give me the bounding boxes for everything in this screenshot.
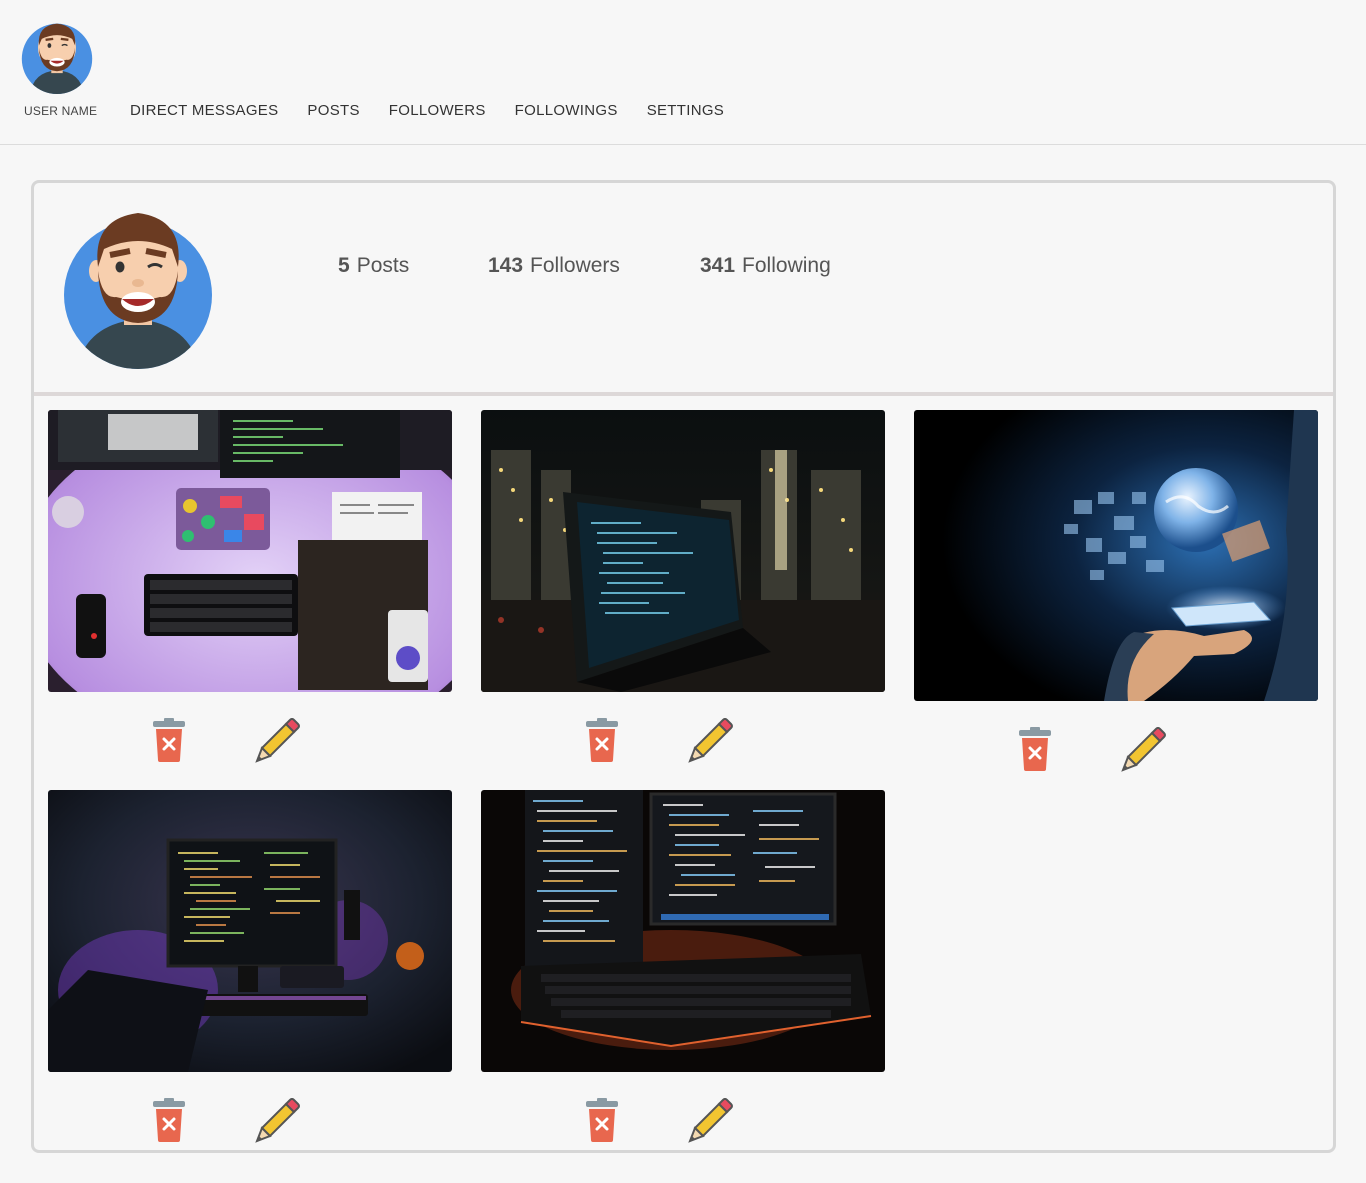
post-card <box>481 410 885 763</box>
nav-link-settings[interactable]: SETTINGS <box>647 102 724 119</box>
stat-following-label: Following <box>742 254 831 277</box>
trash-icon[interactable] <box>152 1098 186 1142</box>
dual-monitor-keyboard-photo[interactable] <box>481 790 885 1072</box>
nav-link-direct-messages[interactable]: DIRECT MESSAGES <box>130 102 278 119</box>
stat-posts[interactable]: 5 Posts <box>338 254 488 278</box>
trash-icon[interactable] <box>585 1098 619 1142</box>
post-actions <box>48 718 452 766</box>
stat-followers[interactable]: 143 Followers <box>488 254 700 278</box>
main-nav: DIRECT MESSAGES POSTS FOLLOWERS FOLLOWIN… <box>130 102 753 119</box>
stat-followers-count: 143 <box>488 254 524 277</box>
top-nav-bar: USER NAME DIRECT MESSAGES POSTS FOLLOWER… <box>0 0 1366 145</box>
nav-link-posts[interactable]: POSTS <box>307 102 359 119</box>
purple-desk-setup-photo[interactable] <box>48 410 452 692</box>
trash-icon[interactable] <box>1018 727 1052 771</box>
dark-monitor-code-photo[interactable] <box>48 790 452 1072</box>
stat-following-count: 341 <box>700 254 736 277</box>
post-card <box>481 790 885 1143</box>
pencil-icon[interactable] <box>1120 727 1166 773</box>
profile-header: 5 Posts 143 Followers 341 Following <box>34 183 1333 396</box>
nav-avatar[interactable] <box>20 17 94 95</box>
post-card <box>48 410 452 763</box>
post-actions <box>481 1098 885 1146</box>
stat-followers-label: Followers <box>530 254 620 277</box>
laptop-city-night-photo[interactable] <box>481 410 885 692</box>
pencil-icon[interactable] <box>254 1098 300 1144</box>
stat-posts-label: Posts <box>356 254 410 277</box>
trash-icon[interactable] <box>152 718 186 762</box>
post-card <box>914 410 1318 772</box>
pencil-icon[interactable] <box>254 718 300 764</box>
pencil-icon[interactable] <box>687 718 733 764</box>
pencil-icon[interactable] <box>687 1098 733 1144</box>
hand-globe-tablet-photo[interactable] <box>914 410 1318 701</box>
trash-icon[interactable] <box>585 718 619 762</box>
nav-link-followers[interactable]: FOLLOWERS <box>389 102 486 119</box>
post-actions <box>481 718 885 766</box>
profile-avatar <box>62 205 214 369</box>
post-card <box>48 790 452 1143</box>
stat-following[interactable]: 341 Following <box>700 254 900 278</box>
nav-username: USER NAME <box>24 104 98 118</box>
stat-posts-count: 5 <box>338 254 350 277</box>
nav-link-followings[interactable]: FOLLOWINGS <box>515 102 618 119</box>
post-actions <box>48 1098 452 1146</box>
post-actions <box>914 727 1318 775</box>
profile-stats: 5 Posts 143 Followers 341 Following <box>338 254 900 278</box>
